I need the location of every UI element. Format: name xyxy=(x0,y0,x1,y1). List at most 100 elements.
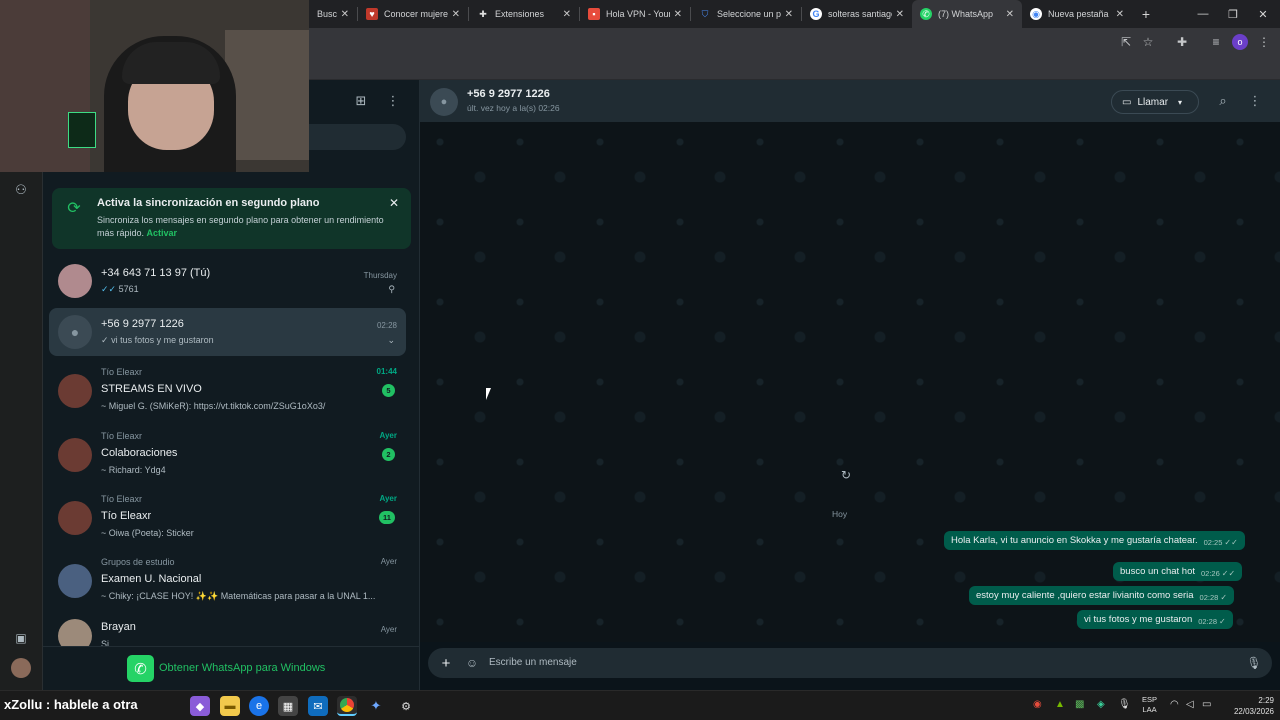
close-icon[interactable]: ✕ xyxy=(452,9,460,20)
message-text: busco un chat hot xyxy=(1120,566,1195,577)
tab-label: Conocer mujeres xyxy=(384,9,448,19)
stream-chat-ticker: xZollu : hablele a otra xyxy=(4,697,138,712)
message-bubble[interactable]: busco un chat hot 02:26 ✓✓ xyxy=(1113,562,1243,581)
new-chat-icon[interactable]: ⊞ xyxy=(353,93,369,109)
close-icon[interactable]: ✕ xyxy=(1006,9,1014,20)
tab-nueva-pestana[interactable]: ◉ Nueva pestaña ✕ xyxy=(1022,0,1132,28)
search-input[interactable] xyxy=(293,124,406,150)
reload-icon[interactable]: ↻ xyxy=(839,468,853,482)
tab-extensiones[interactable]: ✚ Extensiones ✕ xyxy=(469,0,579,28)
install-app-icon[interactable]: ⇱ xyxy=(1118,34,1134,50)
avatar: ● xyxy=(58,315,92,349)
search-icon[interactable]: ⌕ xyxy=(1215,93,1231,109)
volume-icon[interactable]: ◁ xyxy=(1186,699,1194,710)
close-icon[interactable]: ✕ xyxy=(387,196,401,210)
chat-name: Examen U. Nacional xyxy=(101,573,202,585)
close-icon[interactable]: ✕ xyxy=(896,9,904,20)
language-indicator[interactable]: ESP LAA xyxy=(1142,695,1157,715)
microphone-icon[interactable]: 🎙 xyxy=(1118,699,1131,710)
composer-field[interactable]: + ☺ Escribe un mensaje 🎙 xyxy=(428,648,1272,678)
message-bubble[interactable]: estoy muy caliente ,quiero estar liviani… xyxy=(969,586,1235,605)
media-controls-icon[interactable]: ≡ xyxy=(1208,34,1224,50)
check-icon: ✓ xyxy=(1220,593,1228,602)
message-bubble[interactable]: vi tus fotos y me gustaron 02:28 ✓ xyxy=(1077,610,1233,629)
unread-badge: 5 xyxy=(382,384,395,397)
battery-icon[interactable]: ▭ xyxy=(1202,699,1211,710)
chat-item-selected[interactable]: ● +56 9 2977 1226 ✓ vi tus fotos y me gu… xyxy=(49,308,406,356)
get-app-link[interactable]: Obtener WhatsApp para Windows xyxy=(159,662,325,674)
kebab-menu-icon[interactable]: ⋮ xyxy=(385,93,401,109)
banner-body: Sincroniza los mensajes en segundo plano… xyxy=(97,214,402,240)
tab-label: solteras santiago xyxy=(828,9,892,19)
media-icon[interactable]: ▣ xyxy=(13,630,29,646)
close-icon[interactable]: ✕ xyxy=(785,9,793,20)
double-check-icon: ✓✓ xyxy=(101,284,117,294)
extensions-icon[interactable]: ✚ xyxy=(1174,34,1190,50)
chrome-icon[interactable] xyxy=(337,696,357,716)
chat-preview: ~ Richard: Ydg4 xyxy=(101,465,166,475)
chevron-down-icon[interactable]: ⌄ xyxy=(387,335,395,346)
chat-item-streams[interactable]: Tío Eleaxr STREAMS EN VIVO ~ Miguel G. (… xyxy=(49,364,406,416)
vpn-icon: ▪ xyxy=(588,8,600,20)
communities-icon[interactable]: ⚇ xyxy=(12,182,30,198)
plus-icon[interactable]: + xyxy=(438,655,454,672)
microphone-icon[interactable]: 🎙 xyxy=(1246,655,1262,671)
chat-item-tio-eleaxr[interactable]: Tío Eleaxr Tío Eleaxr ~ Oiwa (Poeta): St… xyxy=(49,491,406,543)
pin-icon: ⚲ xyxy=(388,284,395,294)
close-window-icon[interactable]: ✕ xyxy=(1248,0,1278,28)
settings-icon[interactable]: ⚙ xyxy=(396,696,416,716)
tab-conocer-mujeres[interactable]: ♥ Conocer mujeres ✕ xyxy=(358,0,468,28)
avatar[interactable] xyxy=(11,658,31,678)
edge-icon[interactable]: e xyxy=(249,696,269,716)
outlook-icon[interactable]: ✉ xyxy=(308,696,328,716)
message-input[interactable]: Escribe un mensaje xyxy=(489,657,577,668)
profile-avatar[interactable]: o xyxy=(1232,34,1248,50)
call-button[interactable]: ▭ Llamar ▾ xyxy=(1111,90,1199,114)
close-icon[interactable]: ✕ xyxy=(674,9,682,20)
activate-link[interactable]: Activar xyxy=(147,228,178,238)
whatsapp-icon: ✆ xyxy=(127,655,154,682)
tray-app-icon[interactable]: ▩ xyxy=(1075,699,1084,710)
avatar xyxy=(58,374,92,408)
lantern xyxy=(68,112,96,148)
contact-name[interactable]: +56 9 2977 1226 xyxy=(467,88,550,100)
chat-item-self[interactable]: +34 643 71 13 97 (Tú) ✓✓ 5761 Thursday ⚲ xyxy=(49,257,406,305)
chat-time: Thursday xyxy=(363,271,397,280)
community-name: Grupos de estudio xyxy=(101,557,175,567)
tray-app-icon[interactable]: ◉ xyxy=(1033,699,1042,710)
chat-item-examen[interactable]: Grupos de estudio Examen U. Nacional ~ C… xyxy=(49,554,406,606)
tab-label: Seleccione un pla xyxy=(717,9,781,19)
clock[interactable]: 2:29 22/03/2026 xyxy=(1226,695,1274,717)
tab-solteras-santiago[interactable]: G solteras santiago ✕ xyxy=(802,0,912,28)
conversation-header: ● +56 9 2977 1226 últ. vez hoy a la(s) 0… xyxy=(420,80,1280,122)
sticker-icon[interactable]: ☺ xyxy=(464,655,480,671)
person-icon: ● xyxy=(440,96,448,108)
nvidia-icon[interactable]: ▲ xyxy=(1055,699,1065,710)
kebab-menu-icon[interactable]: ⋮ xyxy=(1247,93,1263,109)
tab-hola-vpn[interactable]: ▪ Hola VPN - Your V ✕ xyxy=(580,0,690,28)
message-bubble[interactable]: Hola Karla, vi tu anuncio en Skokka y me… xyxy=(944,531,1245,550)
tab-seleccione-plan[interactable]: ⛉ Seleccione un pla ✕ xyxy=(691,0,801,28)
close-icon[interactable]: ✕ xyxy=(341,9,349,20)
tray-app-icon[interactable]: ◈ xyxy=(1097,699,1105,710)
restore-icon[interactable]: ❐ xyxy=(1218,0,1248,28)
wifi-icon[interactable]: ◠ xyxy=(1170,699,1179,710)
language-code: ESP xyxy=(1142,695,1158,704)
avatar[interactable]: ● xyxy=(430,88,458,116)
folder-icon[interactable]: ▬ xyxy=(220,696,240,716)
chat-item-colaboraciones[interactable]: Tío Eleaxr Colaboraciones ~ Richard: Ydg… xyxy=(49,428,406,480)
store-icon[interactable]: ▦ xyxy=(278,696,298,716)
minimize-icon[interactable]: — xyxy=(1188,0,1218,28)
close-icon[interactable]: ✕ xyxy=(563,9,571,20)
bookmark-star-icon[interactable]: ☆ xyxy=(1140,34,1156,50)
new-tab-button[interactable]: + xyxy=(1132,6,1160,22)
chat-name: +56 9 2977 1226 xyxy=(101,318,184,330)
gemini-icon[interactable]: ✦ xyxy=(366,696,386,716)
person-icon: ● xyxy=(70,324,80,340)
copilot-icon[interactable]: ◆ xyxy=(190,696,210,716)
tab-whatsapp[interactable]: ✆ (7) WhatsApp ✕ xyxy=(912,0,1022,28)
kebab-menu-icon[interactable]: ⋮ xyxy=(1256,34,1272,50)
chrome-icon: ◉ xyxy=(1030,8,1042,20)
close-icon[interactable]: ✕ xyxy=(1116,9,1124,20)
tab-busca[interactable]: Busca ✕ xyxy=(309,0,357,28)
